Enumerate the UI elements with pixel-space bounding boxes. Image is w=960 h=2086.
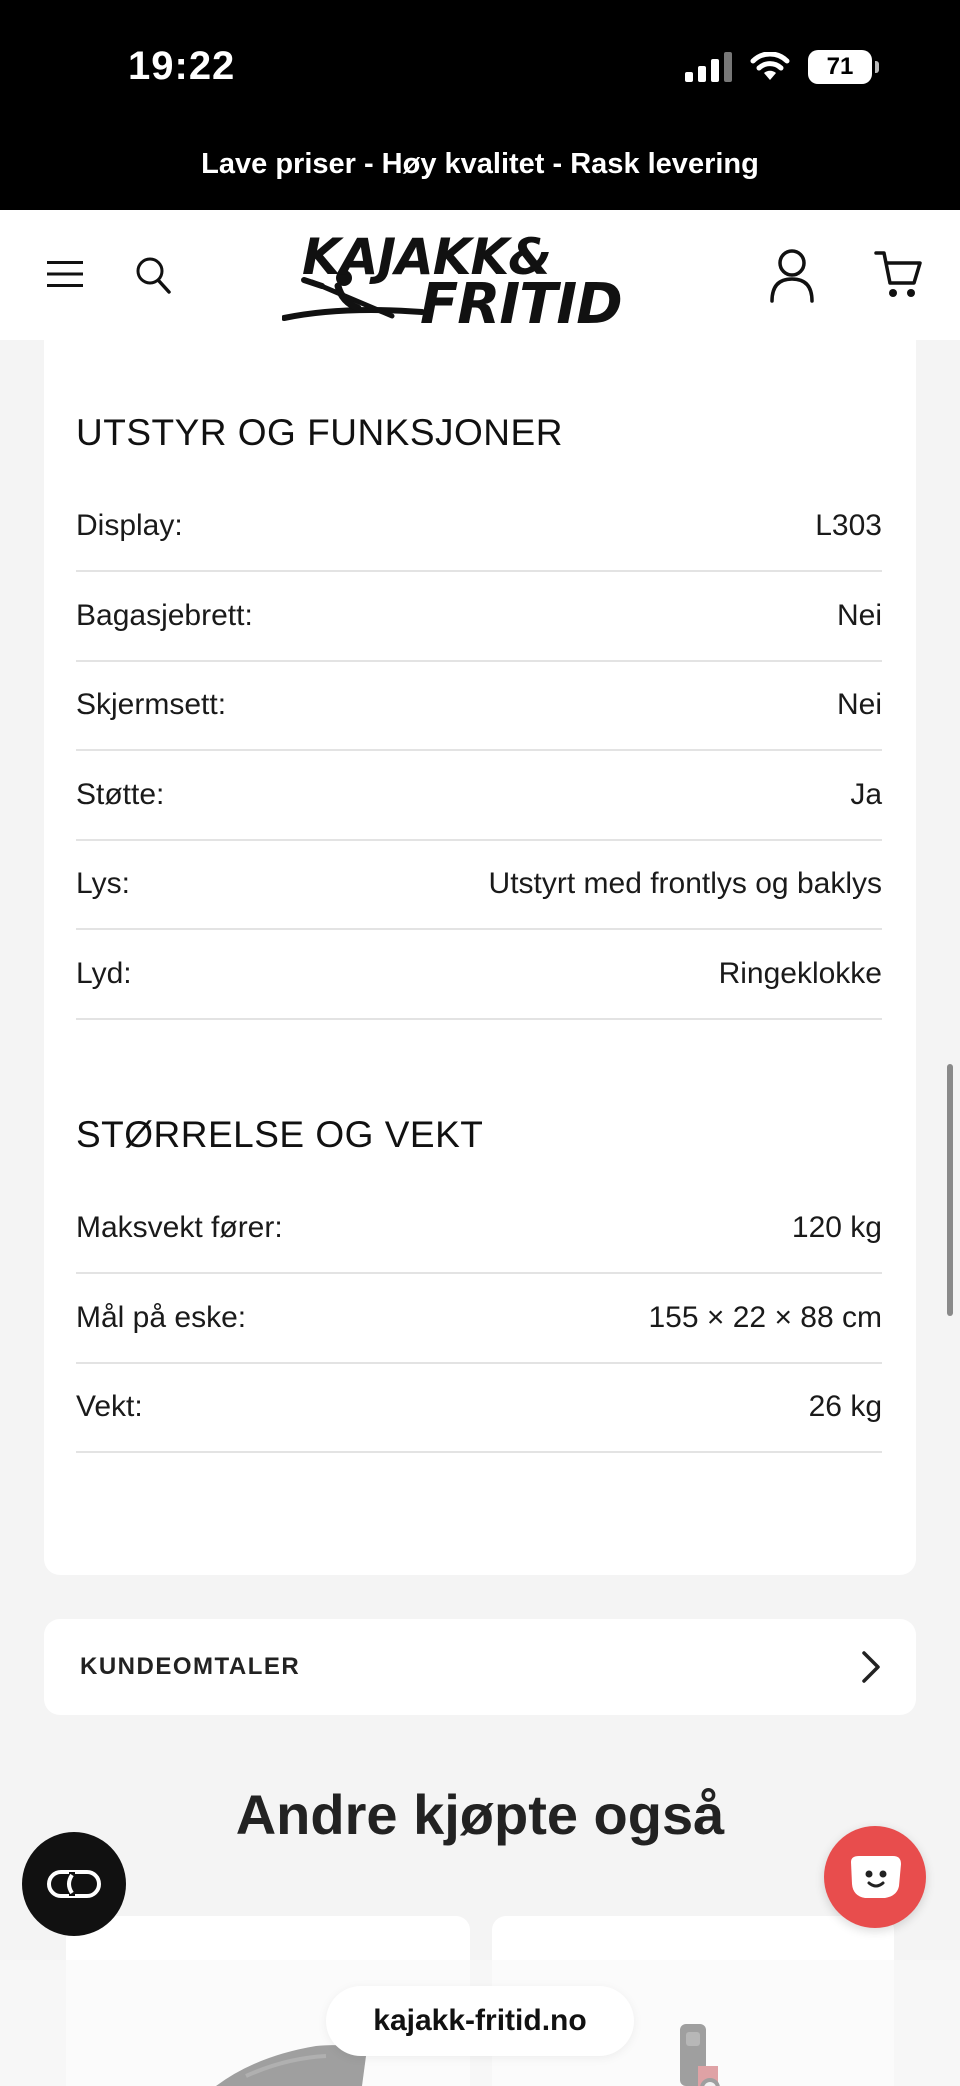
spec-value: Nei [836,688,882,721]
cart-button[interactable] [872,246,924,304]
also-bought-title: Andre kjøpte også [235,1783,725,1846]
spec-value: Nei [836,599,882,632]
spec-label: Display: [76,509,183,542]
spec-row: Maksvekt fører: 120 kg [76,1184,882,1274]
spec-value: L303 [815,509,882,542]
spec-row: Støtte: Ja [76,751,882,841]
spec-value: 120 kg [791,1211,882,1244]
loyalty-widget-button[interactable] [22,1832,126,1936]
logo-text-line2: FRITID [420,272,623,337]
spec-label: Maksvekt fører: [76,1211,283,1244]
spec-label: Skjermsett: [76,688,227,721]
address-bar[interactable]: kajakk-fritid.no [326,1986,634,2056]
spec-label: Vekt: [76,1390,143,1423]
reviews-label: KUNDEOMTALER [80,1653,301,1680]
spec-label: Støtte: [76,778,165,811]
spec-value: Utstyrt med frontlys og baklys [488,867,882,900]
spec-value: Ringeklokke [718,957,882,990]
status-bar: 19:22 71 Lave priser - Høy kvalitet - Ra… [0,0,960,210]
promo-banner: Lave priser - Høy kvalitet - Rask leveri… [201,148,759,180]
status-time: 19:22 [128,44,236,88]
spec-label: Lyd: [76,957,132,990]
battery-level: 71 [826,53,854,80]
menu-button[interactable] [40,254,90,294]
site-logo[interactable]: KAJAKK& FRITID [282,220,682,337]
spec-row: Vekt: 26 kg [76,1363,882,1453]
smiley-chat-icon [851,1856,901,1898]
spec-row: Mål på eske: 155 × 22 × 88 cm [76,1274,882,1364]
search-icon [136,257,171,294]
search-button[interactable] [128,252,178,298]
section-title-equipment: UTSTYR OG FUNKSJONER [76,412,563,453]
spec-row: Lys: Utstyrt med frontlys og baklys [76,840,882,930]
account-button[interactable] [762,244,822,306]
spec-row: Bagasjebrett: Nei [76,572,882,662]
spec-label: Mål på eske: [76,1301,247,1334]
link-loop-icon [47,1870,101,1898]
page-scrollbar[interactable] [947,1064,953,1316]
chevron-right-icon [862,1651,880,1683]
spec-value: 26 kg [808,1390,882,1423]
status-icons: 71 [685,50,879,84]
battery-icon: 71 [808,50,879,84]
wifi-icon [750,52,790,80]
menu-icon [47,261,83,287]
customer-reviews-accordion[interactable]: KUNDEOMTALER [44,1619,916,1715]
cart-icon [874,251,922,297]
spec-label: Bagasjebrett: [76,599,253,632]
spec-row: Skjermsett: Nei [76,661,882,751]
specifications-card: UTSTYR OG FUNKSJONER Display: L303 Bagasj… [44,330,916,1575]
site-header: KAJAKK& FRITID [0,210,960,340]
spec-row: Display: L303 [76,482,882,572]
spec-value: Ja [850,778,882,811]
spec-row: Lyd: Ringeklokke [76,930,882,1020]
chat-widget-button[interactable] [824,1826,926,1928]
spec-value: 155 × 22 × 88 cm [648,1301,883,1334]
spec-label: Lys: [76,867,130,900]
user-icon [770,249,814,303]
cellular-signal-icon [685,52,732,82]
section-title-size-weight: STØRRELSE OG VEKT [76,1114,484,1155]
